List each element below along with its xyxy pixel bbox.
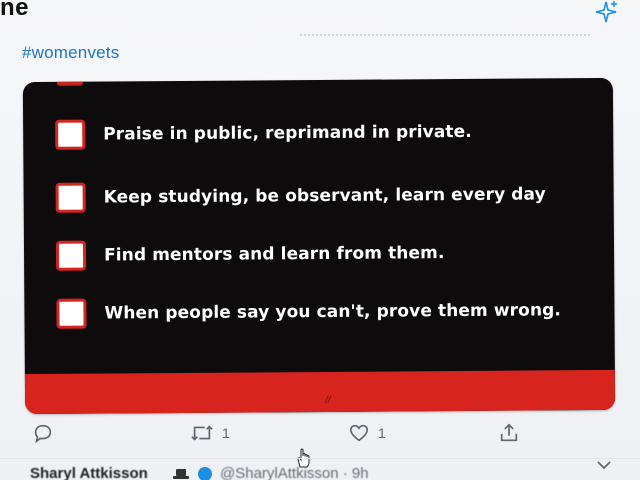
card-top-accent bbox=[56, 77, 83, 86]
checklist-item: Find mentors and learn from them. bbox=[55, 238, 445, 271]
twitter-timeline-photo: ne #womenvets Praise in public, repriman… bbox=[0, 0, 640, 480]
band-mark: // bbox=[325, 394, 331, 406]
checklist-item-text: Find mentors and learn from them. bbox=[103, 243, 445, 266]
share-icon bbox=[498, 422, 520, 444]
tweet-actions-bar: 1 1 bbox=[0, 418, 640, 450]
reply-icon bbox=[32, 422, 54, 444]
checklist-item-text: Praise in public, reprimand in private. bbox=[103, 121, 472, 145]
checklist-item: Praise in public, reprimand in private. bbox=[55, 117, 472, 150]
chevron-down-icon[interactable] bbox=[596, 458, 612, 476]
page-header-fragment: ne bbox=[0, 0, 30, 21]
retweet-button[interactable]: 1 bbox=[190, 422, 230, 444]
reply-button[interactable] bbox=[32, 422, 54, 444]
next-tweet-header: Sharyl Attkisson @SharylAttkisson · 9h bbox=[0, 458, 640, 480]
checkbox-icon bbox=[55, 119, 86, 150]
retweet-icon bbox=[190, 422, 214, 444]
checkbox-icon bbox=[56, 298, 87, 329]
retweet-count: 1 bbox=[222, 425, 230, 441]
hashtag-link[interactable]: #womenvets bbox=[22, 43, 119, 63]
checklist-item-text: When people say you can't, prove them wr… bbox=[104, 300, 562, 324]
tweet-image-card[interactable]: Praise in public, reprimand in private. … bbox=[22, 77, 616, 415]
checklist-item: Keep studying, be observant, learn every… bbox=[55, 179, 546, 213]
checkbox-icon bbox=[55, 240, 87, 271]
checklist-item: When people say you can't, prove them wr… bbox=[56, 295, 561, 329]
sparkle-icon[interactable] bbox=[594, 0, 618, 24]
card-red-band: // bbox=[24, 369, 616, 415]
checkbox-icon bbox=[55, 182, 86, 213]
heart-icon bbox=[348, 422, 370, 444]
like-count: 1 bbox=[378, 425, 386, 441]
share-button[interactable] bbox=[498, 422, 520, 444]
verified-badge-icon bbox=[198, 467, 212, 480]
hat-icon bbox=[172, 467, 190, 479]
faded-tweet-text bbox=[300, 28, 590, 36]
checklist-item-text: Keep studying, be observant, learn every… bbox=[103, 184, 546, 208]
author-handle[interactable]: @SharylAttkisson · 9h bbox=[220, 465, 369, 480]
author-name[interactable]: Sharyl Attkisson bbox=[30, 465, 148, 480]
like-button[interactable]: 1 bbox=[348, 422, 386, 444]
